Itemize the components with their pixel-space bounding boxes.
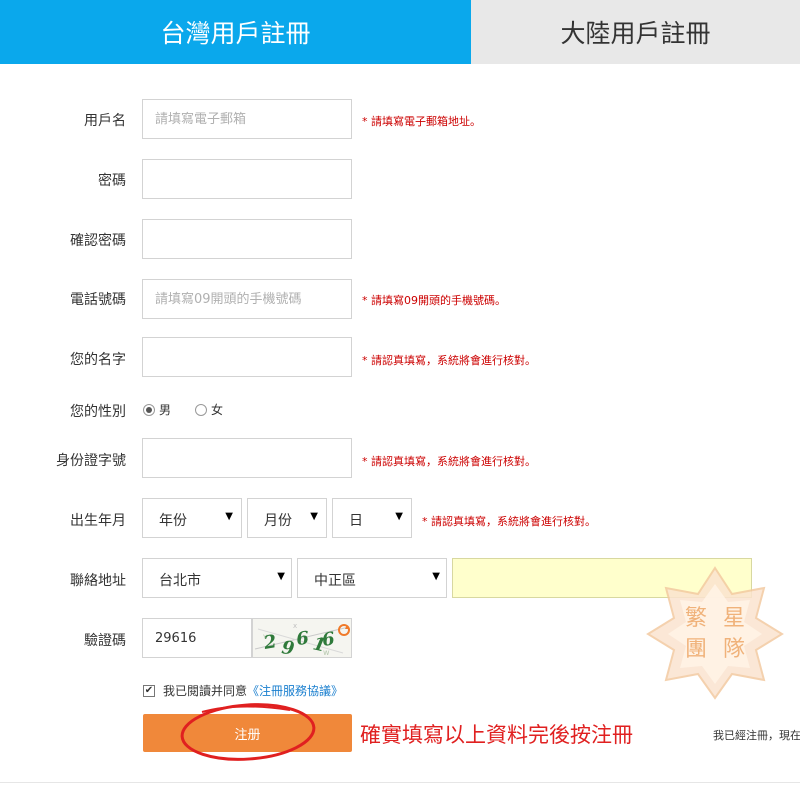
- birth-month-select[interactable]: 月份 ▼: [247, 498, 327, 538]
- username-label: 用戶名: [84, 113, 126, 129]
- svg-text:6: 6: [321, 628, 337, 651]
- tab-taiwan-registration[interactable]: 台灣用戶註冊: [0, 0, 471, 64]
- password-input[interactable]: [142, 159, 352, 199]
- address-city-select[interactable]: 台北市 ▼: [142, 558, 292, 598]
- birth-year-value: 年份: [159, 513, 187, 529]
- annotation-text: 確實填寫以上資料完後按注冊: [360, 723, 633, 747]
- svg-text:9: 9: [280, 637, 296, 658]
- dropdown-caret-icon: ▼: [432, 571, 440, 582]
- birthdate-label: 出生年月: [70, 513, 126, 529]
- already-registered-text: 我已經注冊，現在: [713, 729, 800, 742]
- svg-text:6: 6: [295, 628, 310, 650]
- gender-label: 您的性別: [70, 404, 126, 420]
- phone-label: 電話號碼: [70, 292, 126, 308]
- annotation-circle: [180, 703, 316, 761]
- watermark-char-3: 團: [685, 637, 707, 662]
- id-number-label: 身份證字號: [56, 453, 126, 469]
- id-number-hint: * 請認真填寫，系統將會進行核對。: [362, 455, 536, 468]
- address-label: 聯絡地址: [70, 573, 126, 589]
- dropdown-caret-icon: ▼: [310, 511, 318, 522]
- password-label: 密碼: [98, 173, 126, 189]
- agreement-text: 我已閱讀并同意: [163, 684, 248, 698]
- radio-button-checked[interactable]: [143, 403, 155, 416]
- phone-input[interactable]: [142, 279, 352, 319]
- birthdate-hint: * 請認真填寫，系統將會進行核對。: [422, 515, 596, 528]
- address-city-value: 台北市: [159, 573, 201, 589]
- team-watermark-logo: 繁 星 團 隊: [646, 566, 784, 700]
- username-input[interactable]: [142, 99, 352, 139]
- id-number-input[interactable]: [142, 438, 352, 478]
- registration-tabs: 台灣用戶註冊 大陸用戶註冊: [0, 0, 800, 64]
- birth-year-select[interactable]: 年份 ▼: [142, 498, 242, 538]
- agreement-checkbox[interactable]: ✔: [143, 684, 155, 697]
- name-input[interactable]: [142, 337, 352, 377]
- agreement-row: ✔ 我已閱讀并同意 《注冊服務協議》: [143, 682, 343, 699]
- terms-link[interactable]: 《注冊服務協議》: [247, 682, 343, 699]
- dropdown-caret-icon: ▼: [277, 571, 285, 582]
- gender-male-label: 男: [159, 403, 172, 417]
- username-hint: * 請填寫電子郵箱地址。: [362, 115, 481, 128]
- bottom-divider: [0, 782, 800, 783]
- gender-option-male[interactable]: 男: [143, 401, 171, 418]
- captcha-graphic: v w x 2 9 6 1 6: [254, 622, 350, 658]
- address-district-value: 中正區: [314, 573, 356, 589]
- confirm-password-label: 確認密碼: [70, 233, 126, 249]
- svg-text:2: 2: [261, 631, 278, 654]
- phone-hint: * 請填寫09開頭的手機號碼。: [362, 294, 506, 307]
- dropdown-caret-icon: ▼: [225, 511, 233, 522]
- birth-day-select[interactable]: 日 ▼: [332, 498, 412, 538]
- captcha-label: 驗證碼: [84, 633, 126, 649]
- address-district-select[interactable]: 中正區 ▼: [297, 558, 447, 598]
- captcha-image[interactable]: v w x 2 9 6 1 6: [252, 618, 352, 658]
- watermark-char-2: 星: [723, 606, 745, 631]
- birth-month-value: 月份: [264, 513, 292, 529]
- birth-day-value: 日: [349, 513, 363, 529]
- watermark-char-1: 繁: [685, 606, 707, 631]
- gender-female-label: 女: [211, 403, 224, 417]
- dropdown-caret-icon: ▼: [395, 511, 403, 522]
- confirm-password-input[interactable]: [142, 219, 352, 259]
- watermark-char-4: 隊: [723, 637, 745, 662]
- name-label: 您的名字: [70, 352, 126, 368]
- radio-button-unchecked[interactable]: [195, 403, 208, 416]
- tab-mainland-registration[interactable]: 大陸用戶註冊: [471, 0, 800, 64]
- gender-radio-group: 男 女: [143, 401, 247, 418]
- name-hint: * 請認真填寫，系統將會進行核對。: [362, 354, 536, 367]
- gender-option-female[interactable]: 女: [195, 401, 223, 418]
- captcha-input[interactable]: [142, 618, 252, 658]
